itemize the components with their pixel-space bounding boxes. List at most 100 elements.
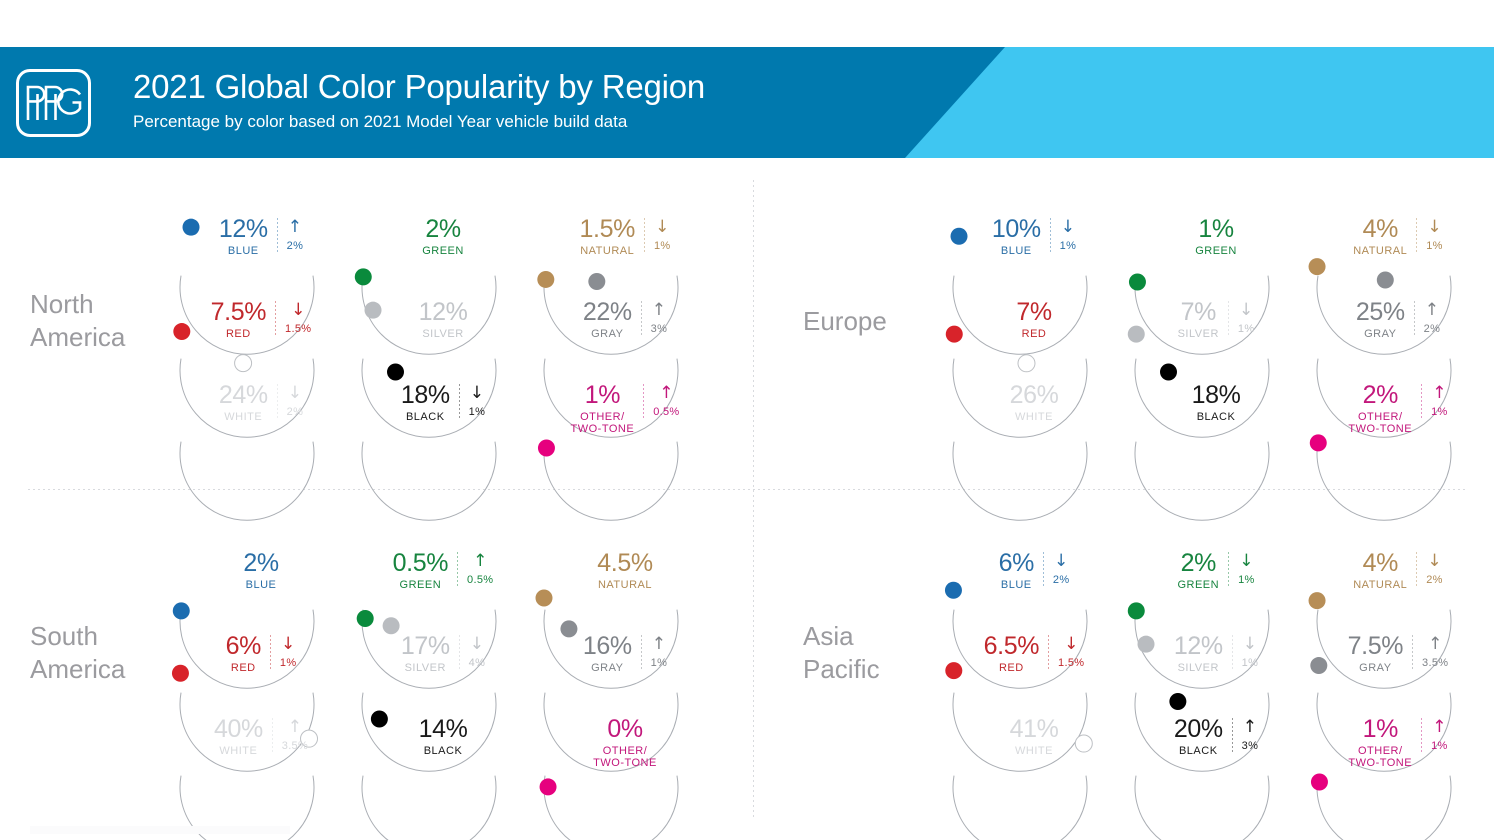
- gauge-readout: 6% RED ↓ 1%: [170, 633, 352, 674]
- gauge-separator: [1042, 552, 1044, 588]
- color-gauge: 12% SILVER ↓ 1%: [1125, 593, 1307, 772]
- gauge-percent-value: 2%: [1362, 381, 1399, 409]
- arrow-down-icon: ↓: [1054, 551, 1069, 571]
- gauge-percent-value: 18%: [1191, 381, 1241, 409]
- arrow-down-icon: ↓: [1060, 217, 1076, 237]
- gauge-track: [1134, 441, 1270, 521]
- gauge-percent-value: 0%: [607, 715, 643, 743]
- arrow-down-icon: ↓: [469, 383, 485, 403]
- gauge-color-label: GREEN: [1195, 245, 1237, 257]
- gauge-color-label: BLUE: [245, 579, 277, 591]
- gauge-change-block: ↑ 3.5%: [1422, 633, 1448, 669]
- gauge-readout: 16% GRAY ↑ 1%: [534, 633, 716, 674]
- gauge-marker-dot: [1309, 434, 1327, 452]
- gauge-separator: [458, 384, 460, 420]
- gauge-color-label: WHITE: [219, 745, 258, 757]
- arrow-up-icon: ↑: [651, 300, 667, 320]
- gauge-readout: 20% BLACK ↑ 3%: [1125, 716, 1307, 757]
- gauge-color-label: BLUE: [227, 245, 259, 257]
- gauge-track: [179, 441, 315, 521]
- gauge-percent-value: 1%: [1362, 715, 1399, 743]
- gauge-readout: 4.5% NATURAL: [534, 550, 716, 591]
- gauge-color-label: NATURAL: [1353, 579, 1408, 591]
- gauge-change-value: 3.5%: [1422, 657, 1449, 669]
- gauge-change-block: ↓ 1%: [1238, 550, 1255, 586]
- gauge-separator: [1416, 218, 1418, 254]
- color-gauge: 2% GREEN: [352, 176, 534, 355]
- gauge-color-label: WHITE: [224, 411, 263, 423]
- gauge-grid: 10% BLUE ↓ 1% 1% GREEN 4% NATURAL ↓ 1% 7% RED 7% SILV…: [943, 176, 1489, 521]
- gauge-change-value: 1%: [1237, 323, 1255, 335]
- color-gauge: 18% BLACK: [1125, 342, 1307, 521]
- color-gauge: 20% BLACK ↑ 3%: [1125, 676, 1307, 840]
- arrow-up-icon: ↑: [651, 634, 667, 654]
- gauge-readout: 10% BLUE ↓ 1%: [943, 216, 1125, 257]
- arrow-up-icon: ↑: [473, 551, 488, 571]
- gauge-separator: [276, 218, 278, 254]
- gauge-change-value: 1%: [1426, 240, 1443, 252]
- gauge-change-value: 2%: [286, 240, 304, 252]
- gauge-readout: 40% WHITE ↑ 3.5%: [170, 716, 352, 757]
- gauge-color-label: NATURAL: [580, 245, 635, 257]
- gauge-separator: [640, 301, 642, 337]
- gauge-percent-value: 2%: [425, 215, 461, 243]
- gauge-separator: [1412, 635, 1414, 671]
- gauge-change-value: 3%: [1241, 740, 1259, 752]
- gauge-value-block: 18% BLACK: [401, 382, 450, 423]
- gauge-percent-value: 4.5%: [597, 549, 653, 577]
- gauge-value-block: 1.5% NATURAL: [580, 216, 636, 257]
- arrow-up-icon: ↑: [659, 383, 674, 403]
- gauge-readout: 0% OTHER/ TWO-TONE: [534, 716, 716, 769]
- gauge-marker-dot: [382, 617, 400, 635]
- color-gauge: 40% WHITE ↑ 3.5%: [170, 676, 352, 840]
- gauge-percent-value: 17%: [400, 632, 450, 660]
- gauge-change-block: ↓ 1%: [469, 382, 486, 418]
- arrow-up-icon: ↑: [1428, 634, 1443, 654]
- gauge-color-label: WHITE: [1015, 745, 1053, 757]
- gauge-value-block: 7% SILVER: [1178, 299, 1219, 340]
- gauge-separator: [1048, 635, 1050, 671]
- gauge-change-block: ↓ 1%: [1238, 299, 1255, 335]
- gauge-change-block: ↑ 1%: [651, 633, 668, 669]
- color-gauge: 2% OTHER/ TWO-TONE ↑ 1%: [1307, 342, 1489, 521]
- gauge-change-block: ↓ 1%: [654, 216, 671, 252]
- gauge-change-block: ↓ 2%: [1426, 550, 1443, 586]
- gauge-value-block: 20% BLACK: [1174, 716, 1223, 757]
- gauge-value-block: 6.5% RED: [984, 633, 1040, 674]
- gauge-readout: 6% BLUE ↓ 2%: [943, 550, 1125, 591]
- gauge-color-label: GREEN: [399, 579, 442, 591]
- gauge-marker-dot: [1169, 693, 1187, 710]
- gauge-separator: [1413, 301, 1415, 337]
- footer-strip: [30, 826, 290, 834]
- gauge-change-value: 2%: [286, 406, 304, 418]
- gauge-readout: 1.5% NATURAL ↓ 1%: [534, 216, 716, 257]
- gauge-change-block: ↑ 2%: [1424, 299, 1441, 335]
- gauge-readout: 2% GREEN: [352, 216, 534, 257]
- color-gauge: 22% GRAY ↑ 3%: [534, 259, 716, 438]
- horizontal-divider: [28, 489, 1468, 490]
- gauge-percent-value: 2%: [243, 549, 279, 577]
- gauge-percent-value: 16%: [582, 632, 632, 660]
- gauge-change-block: ↓ 1%: [280, 633, 297, 669]
- gauge-value-block: 1% GREEN: [1195, 216, 1237, 257]
- gauge-change-value: 4%: [468, 657, 486, 669]
- gauge-readout: 4% NATURAL ↓ 1%: [1307, 216, 1489, 257]
- gauge-value-block: 6% RED: [226, 633, 262, 674]
- gauge-readout: 26% WHITE: [943, 382, 1125, 423]
- color-gauge: 6% BLUE ↓ 2%: [943, 510, 1125, 689]
- gauge-percent-value: 20%: [1173, 715, 1223, 743]
- arrow-down-icon: ↓: [1427, 217, 1442, 237]
- gauge-separator: [275, 301, 277, 337]
- gauge-color-label: GREEN: [1177, 579, 1220, 591]
- color-gauge: 7% SILVER ↓ 1%: [1125, 259, 1307, 438]
- gauge-separator: [1231, 635, 1233, 671]
- gauge-color-label: RED: [998, 662, 1024, 674]
- region-label: Europe: [803, 306, 887, 336]
- gauge-percent-value: 7%: [1180, 298, 1217, 326]
- gauge-color-label: OTHER/ TWO-TONE: [1348, 745, 1413, 769]
- gauge-separator: [457, 552, 459, 588]
- gauge-color-label: RED: [225, 328, 251, 340]
- color-gauge: 6.5% RED ↓ 1.5%: [943, 593, 1125, 772]
- gauge-change-block: ↓ 1%: [1426, 216, 1443, 252]
- color-gauge: 1% GREEN: [1125, 176, 1307, 355]
